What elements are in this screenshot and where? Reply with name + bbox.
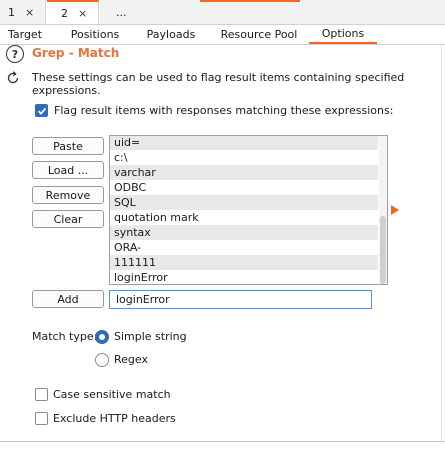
- close-icon[interactable]: ×: [78, 7, 87, 20]
- list-item[interactable]: c:\: [110, 150, 378, 165]
- list-item[interactable]: 111111: [110, 255, 378, 270]
- clear-button[interactable]: Clear: [32, 210, 104, 228]
- flag-result-label: Flag result items with responses matchin…: [54, 104, 394, 117]
- section-description: These settings can be used to flag resul…: [32, 71, 405, 97]
- request-tab-label: 1: [8, 5, 15, 19]
- tabbar-filler: [200, 0, 445, 24]
- new-expression-input[interactable]: [109, 290, 372, 309]
- case-sensitive-checkbox[interactable]: [35, 388, 48, 401]
- exclude-headers-label: Exclude HTTP headers: [53, 412, 176, 425]
- simple-string-radio[interactable]: [95, 330, 109, 344]
- tab-options[interactable]: Options: [309, 25, 377, 44]
- panel-border: [441, 45, 442, 441]
- list-item[interactable]: ORA-: [110, 240, 378, 255]
- expand-arrow-icon[interactable]: [391, 205, 399, 215]
- list-item[interactable]: ODBC: [110, 180, 378, 195]
- paste-button[interactable]: Paste: [32, 137, 104, 155]
- exclude-headers-checkbox[interactable]: [35, 412, 48, 425]
- tab-label: Target: [7, 28, 43, 41]
- request-tab-1[interactable]: 1 ×: [0, 0, 46, 24]
- request-tab-label: 2: [61, 6, 68, 20]
- close-icon[interactable]: ×: [25, 6, 34, 19]
- help-icon[interactable]: ?: [6, 45, 24, 63]
- section-title: Grep - Match: [32, 46, 120, 60]
- list-item[interactable]: syntax: [110, 225, 378, 240]
- section-divider: [0, 441, 445, 442]
- more-tabs-label: ...: [116, 5, 127, 19]
- tab-target[interactable]: Target: [0, 25, 50, 44]
- request-tab-more[interactable]: ...: [100, 0, 200, 24]
- match-type-label: Match type:: [32, 330, 98, 343]
- tab-label: Options: [321, 27, 365, 40]
- tab-label: Payloads: [146, 28, 196, 41]
- regex-label[interactable]: Regex: [114, 353, 148, 366]
- tab-label: Positions: [70, 28, 120, 41]
- help-glyph: ?: [11, 47, 19, 61]
- simple-string-label[interactable]: Simple string: [114, 330, 187, 343]
- tab-payloads[interactable]: Payloads: [138, 25, 204, 44]
- toolbar-divider: [0, 44, 445, 45]
- tab-positions[interactable]: Positions: [62, 25, 128, 44]
- expression-list[interactable]: uid= c:\ varchar ODBC SQL quotation mark…: [109, 135, 388, 285]
- list-item[interactable]: loginError: [110, 270, 378, 284]
- checkmark-icon: [37, 107, 47, 115]
- flag-result-checkbox[interactable]: [35, 104, 48, 117]
- add-button[interactable]: Add: [32, 290, 104, 308]
- remove-button[interactable]: Remove: [32, 186, 104, 204]
- tab-highlight: [200, 0, 300, 2]
- list-scrollbar-thumb[interactable]: [380, 216, 386, 284]
- tab-resource-pool[interactable]: Resource Pool: [214, 25, 304, 44]
- list-item[interactable]: SQL: [110, 195, 378, 210]
- load-button[interactable]: Load ...: [32, 161, 104, 179]
- list-item[interactable]: quotation mark: [110, 210, 378, 225]
- request-tab-2[interactable]: 2 ×: [47, 0, 99, 24]
- list-item[interactable]: varchar: [110, 165, 378, 180]
- regex-radio[interactable]: [95, 353, 109, 367]
- refresh-icon[interactable]: [5, 70, 21, 86]
- tab-label: Resource Pool: [220, 28, 298, 41]
- list-item[interactable]: uid=: [110, 136, 378, 150]
- case-sensitive-label: Case sensitive match: [53, 388, 171, 401]
